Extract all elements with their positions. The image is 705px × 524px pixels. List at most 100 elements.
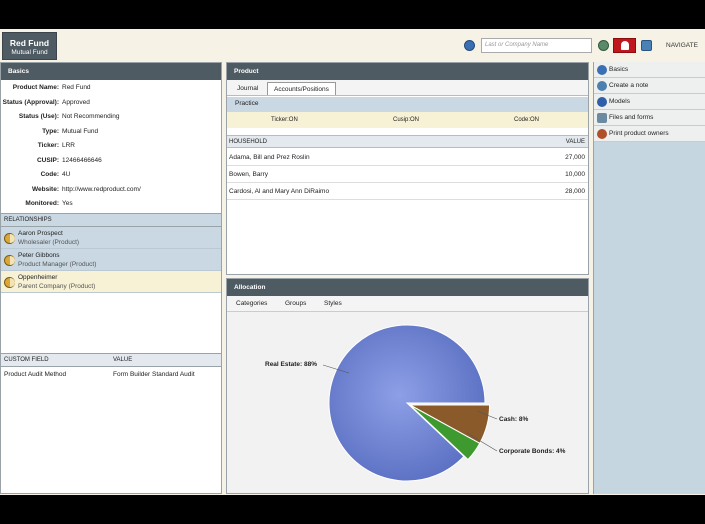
allocation-pie-chart: Real Estate: 88% Cash: 8% Corporate Bonds:…	[265, 324, 566, 482]
pie-label: Real Estate: 88%	[265, 361, 317, 368]
tab-journal[interactable]: Journal	[231, 82, 264, 95]
product-panel: Product Journal Accounts/Positions Pract…	[226, 62, 589, 275]
navigate-menu[interactable]: NAVIGATE	[666, 42, 698, 49]
relationship-name: Aaron Prospect	[18, 230, 63, 237]
tab-accounts-positions[interactable]: Accounts/Positions	[267, 82, 336, 95]
logo-title: Red Fund	[9, 38, 50, 48]
basics-field-row: Ticker: LRR	[1, 139, 223, 153]
field-label: Product Name:	[12, 84, 59, 91]
household-name: Cardosi, Al and Mary Ann DiRaimo	[229, 188, 330, 195]
nav-item-create-note[interactable]: Create a note	[594, 78, 705, 94]
field-label: Monitored:	[25, 200, 59, 207]
basics-field-row: Monitored: Yes	[1, 197, 223, 211]
search-input[interactable]: Last or Company Name	[481, 38, 592, 53]
relationships-header: RELATIONSHIPS	[1, 213, 221, 227]
household-value: 27,000	[565, 154, 585, 161]
relationship-role: Product Manager (Product)	[18, 261, 97, 268]
basics-title: Basics	[1, 63, 221, 80]
contact-icon	[4, 277, 15, 288]
nav-item-label: Models	[609, 98, 630, 105]
pencil-icon	[597, 81, 607, 91]
cusip-status: Cusip:ON	[393, 117, 420, 123]
household-value: 10,000	[565, 171, 585, 178]
tab-categories[interactable]: Categories	[236, 300, 267, 307]
field-label: Type:	[42, 127, 59, 135]
globe-icon	[597, 97, 607, 107]
allocation-tabs: Categories Groups Styles	[227, 296, 588, 312]
field-label: Code:	[40, 171, 59, 178]
basics-field-row: Website: http://www.redproduct.com/	[1, 183, 223, 197]
practice-label[interactable]: Practice	[227, 97, 588, 112]
contact-icon	[4, 233, 15, 244]
relationship-item[interactable]: Oppenheimer Parent Company (Product)	[1, 271, 221, 293]
custom-field-row[interactable]: Product Audit Method Form Builder Standa…	[1, 368, 221, 382]
contact-icon	[4, 255, 15, 266]
household-value: 28,000	[565, 188, 585, 195]
nav-item-label: Print product owners	[609, 130, 669, 137]
household-column: HOUSEHOLD	[229, 139, 268, 145]
basics-field-row: Status (Approval): Approved	[1, 96, 223, 110]
table-row[interactable]: Cardosi, Al and Mary Ann DiRaimo 28,000	[227, 183, 588, 200]
relationship-item[interactable]: Peter Gibbons Product Manager (Product)	[1, 249, 221, 271]
relationship-item[interactable]: Aaron Prospect Wholesaler (Product)	[1, 227, 221, 249]
field-value: 4U	[62, 171, 71, 178]
pie-label: Corporate Bonds: 4%	[499, 448, 566, 455]
relationship-role: Wholesaler (Product)	[18, 239, 80, 246]
household-name: Adama, Bill and Prez Roslin	[229, 154, 310, 161]
tab-groups[interactable]: Groups	[285, 300, 306, 307]
code-status-bar: Ticker:ON Cusip:ON Code:ON	[227, 112, 588, 128]
nav-item-label: Create a note	[609, 82, 649, 89]
field-label: Status (Use):	[18, 113, 59, 120]
custom-field-value: Form Builder Standard Audit	[113, 371, 195, 378]
field-value: Mutual Fund	[62, 127, 99, 135]
person-icon[interactable]	[598, 40, 609, 51]
basics-field-row: Code: 4U	[1, 168, 223, 182]
field-label: CUSIP:	[36, 156, 59, 164]
value-column: VALUE	[565, 139, 585, 145]
field-label: Ticker:	[37, 142, 59, 149]
person-icon	[597, 129, 607, 139]
bell-icon	[621, 41, 629, 50]
nav-item-basics[interactable]: Basics	[594, 62, 705, 78]
top-header: Red Fund Mutual Fund Last or Company Nam…	[0, 29, 705, 62]
product-tabs: Journal Accounts/Positions	[227, 80, 588, 96]
household-table-header: HOUSEHOLD VALUE	[227, 135, 588, 148]
field-label: Website:	[32, 185, 59, 193]
code-status: Code:ON	[514, 117, 540, 123]
basics-panel: Basics Product Name: Red Fund Status (Appr…	[0, 62, 222, 494]
nav-item-print-owners[interactable]: Print product owners	[594, 126, 705, 142]
table-row[interactable]: Adama, Bill and Prez Roslin 27,000	[227, 149, 588, 166]
pie-slice-real-estate[interactable]	[328, 324, 486, 482]
custom-field-header: CUSTOM FIELD VALUE	[1, 353, 221, 367]
alert-button[interactable]	[613, 38, 636, 53]
allocation-panel: Allocation Categories Groups Styles Real…	[226, 278, 589, 494]
field-value: Yes	[62, 200, 73, 207]
basics-field-row: Type: Mutual Fund	[1, 125, 223, 139]
relationship-role: Parent Company (Product)	[18, 283, 96, 290]
field-value: 12466466646	[62, 156, 102, 164]
monitor-icon[interactable]	[641, 40, 652, 51]
tab-styles[interactable]: Styles	[324, 300, 342, 307]
ticker-status: Ticker:ON	[271, 117, 298, 123]
columns-icon[interactable]	[464, 40, 475, 51]
navigation-sidebar: Basics Create a note Models Files and fo…	[593, 62, 705, 494]
document-icon	[597, 113, 607, 123]
nav-item-label: Files and forms	[609, 114, 654, 121]
field-value: Red Fund	[62, 84, 91, 91]
logo-subtitle: Mutual Fund	[11, 49, 48, 56]
field-value: http://www.redproduct.com/	[62, 185, 141, 193]
nav-item-models[interactable]: Models	[594, 94, 705, 110]
table-row[interactable]: Bowen, Barry 10,000	[227, 166, 588, 183]
field-label: Status (Approval):	[2, 98, 59, 106]
product-logo[interactable]: Red Fund Mutual Fund	[2, 32, 57, 60]
field-value: Not Recommending	[62, 113, 120, 120]
custom-field-name: Product Audit Method	[4, 371, 67, 378]
custom-value-column: VALUE	[113, 357, 133, 363]
basics-field-row: Status (Use): Not Recommending	[1, 110, 223, 124]
columns-icon	[597, 65, 607, 75]
field-value: LRR	[62, 142, 76, 149]
custom-field-column: CUSTOM FIELD	[4, 357, 49, 363]
basics-field-row: Product Name: Red Fund	[1, 81, 223, 95]
product-title: Product	[227, 63, 588, 80]
nav-item-files-forms[interactable]: Files and forms	[594, 110, 705, 126]
